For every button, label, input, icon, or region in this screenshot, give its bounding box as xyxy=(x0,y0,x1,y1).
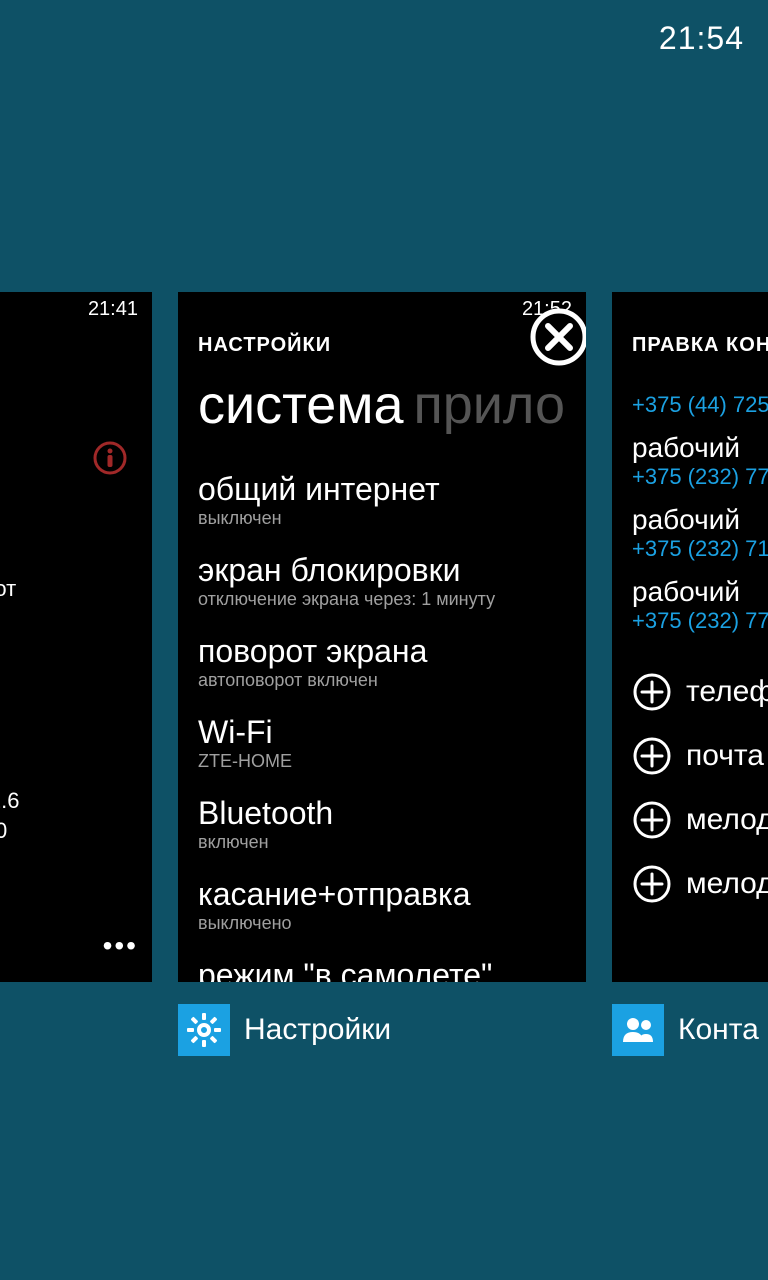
setting-title: Wi-Fi xyxy=(198,715,566,749)
setting-title: касание+отправка xyxy=(198,877,566,911)
setting-title: экран блокировки xyxy=(198,553,566,587)
gear-icon xyxy=(178,1004,230,1056)
setting-tap-send[interactable]: касание+отправка выключено xyxy=(198,877,566,934)
task-card-contacts[interactable]: ПРАВКА КОНТ +375 (44) 725625 рабочий +37… xyxy=(612,292,768,982)
plus-icon xyxy=(632,736,672,776)
add-label: почта xyxy=(686,739,764,773)
app-label-settings[interactable]: Настройки xyxy=(178,1002,391,1058)
settings-header: НАСТРОЙКИ xyxy=(198,334,331,357)
pivot-tabs[interactable]: системаприло xyxy=(198,374,565,436)
setting-airplane-mode[interactable]: режим "в самолете" выключен xyxy=(198,958,566,982)
setting-lock-screen[interactable]: экран блокировки отключение экрана через… xyxy=(198,553,566,610)
setting-screen-rotation[interactable]: поворот экрана автоповорот включен xyxy=(198,634,566,691)
contact-entry[interactable]: рабочий +375 (232) 77557 xyxy=(632,576,768,634)
task-card-right-slot: ПРАВКА КОНТ +375 (44) 725625 рабочий +37… xyxy=(612,292,768,1058)
version-text-fragment: 0.1.11 t 1.0.1.6 .6.0.20 xyxy=(0,756,20,846)
app-label-contacts[interactable]: Конта xyxy=(612,1002,759,1058)
task-card-left-slot: 21:41 тельн едены полнениях от шения Win… xyxy=(0,292,152,1058)
setting-subtitle: автоповорот включен xyxy=(198,670,566,691)
settings-list: общий интернет выключен экран блокировки… xyxy=(198,472,566,982)
setting-subtitle: выключен xyxy=(198,508,566,529)
add-label: телеф xyxy=(686,675,768,709)
add-phone[interactable]: телеф xyxy=(632,672,768,712)
contact-label: рабочий xyxy=(632,576,768,608)
setting-subtitle: включен xyxy=(198,832,566,853)
setting-internet-sharing[interactable]: общий интернет выключен xyxy=(198,472,566,529)
setting-subtitle: ZTE-HOME xyxy=(198,751,566,772)
add-email[interactable]: почта xyxy=(632,736,768,776)
contact-phone: +375 (232) 77557 xyxy=(632,608,768,634)
app-label-text: Конта xyxy=(678,1013,759,1047)
plus-icon xyxy=(632,864,672,904)
add-ringtone-2[interactable]: мелод xyxy=(632,864,768,904)
people-icon xyxy=(612,1004,664,1056)
contact-entry[interactable]: рабочий +375 (232) 717217 xyxy=(632,504,768,562)
setting-wifi[interactable]: Wi-Fi ZTE-HOME xyxy=(198,715,566,772)
card-time: 21:41 xyxy=(88,298,138,321)
setting-subtitle: отключение экрана через: 1 минуту xyxy=(198,589,566,610)
contact-phone: +375 (44) 725625 xyxy=(632,392,768,418)
contact-phone: +375 (232) 717217 xyxy=(632,536,768,562)
task-card-left[interactable]: 21:41 тельн едены полнениях от шения Win… xyxy=(0,292,152,982)
setting-title: поворот экрана xyxy=(198,634,566,668)
add-items: телеф почта мелод мелод xyxy=(632,672,768,928)
setting-title: общий интернет xyxy=(198,472,566,506)
task-switcher: 21:41 тельн едены полнениях от шения Win… xyxy=(0,292,768,1058)
setting-bluetooth[interactable]: Bluetooth включен xyxy=(198,796,566,853)
contact-phone: +375 (232) 77557 xyxy=(632,464,768,490)
task-card-settings[interactable]: 21:52 НАСТРОЙКИ системаприло общий интер… xyxy=(178,292,586,982)
app-label-text: Настройки xyxy=(244,1013,391,1047)
setting-title: режим "в самолете" xyxy=(198,958,566,982)
status-bar-time: 21:54 xyxy=(659,20,744,57)
body-text-fragment: едены полнениях от шения Windows xyxy=(0,544,16,664)
contact-entry[interactable]: рабочий +375 (232) 77557 xyxy=(632,432,768,490)
plus-icon xyxy=(632,800,672,840)
contact-label: рабочий xyxy=(632,504,768,536)
add-label: мелод xyxy=(686,867,768,901)
close-button[interactable] xyxy=(528,306,586,368)
contact-label: рабочий xyxy=(632,432,768,464)
contact-entry[interactable]: +375 (44) 725625 xyxy=(632,392,768,418)
pivot-tab-apps[interactable]: прило xyxy=(413,375,565,435)
setting-title: Bluetooth xyxy=(198,796,566,830)
setting-subtitle: выключено xyxy=(198,913,566,934)
pivot-tab-system[interactable]: система xyxy=(198,375,403,435)
info-icon xyxy=(92,440,128,476)
ellipsis-icon[interactable]: ••• xyxy=(103,930,138,962)
contact-entries: +375 (44) 725625 рабочий +375 (232) 7755… xyxy=(632,392,768,648)
add-ringtone[interactable]: мелод xyxy=(632,800,768,840)
contacts-header: ПРАВКА КОНТ xyxy=(632,334,768,357)
add-label: мелод xyxy=(686,803,768,837)
plus-icon xyxy=(632,672,672,712)
task-card-center-slot: 21:52 НАСТРОЙКИ системаприло общий интер… xyxy=(178,292,586,1058)
